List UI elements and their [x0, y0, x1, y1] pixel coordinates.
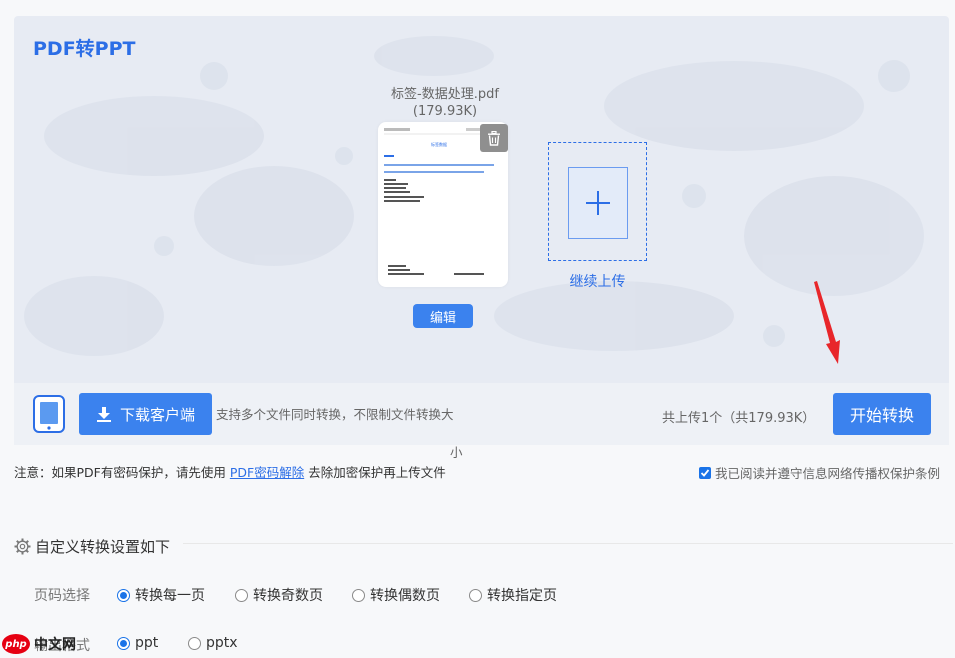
radio-circle[interactable] [235, 588, 248, 602]
pdf-unlock-link[interactable]: PDF密码解除 [230, 465, 304, 480]
radio-label: ppt [135, 635, 159, 651]
settings-title: 自定义转换设置如下 [35, 538, 171, 556]
radio-circle[interactable] [188, 636, 201, 650]
multi-file-tip-tail: 小 [450, 445, 463, 460]
radio-label: 转换每一页 [135, 588, 205, 604]
radio-specific-pages[interactable]: 转换指定页 [469, 585, 557, 605]
settings-section-title: 自定义转换设置如下 [14, 536, 170, 557]
file-size: (179.93K) [412, 104, 478, 119]
download-client-label: 下载客户端 [119, 405, 195, 424]
download-icon [96, 407, 111, 422]
php-logo: php [2, 634, 30, 654]
radio-circle[interactable] [469, 588, 482, 602]
upload-box [568, 167, 628, 239]
radio-label: 转换偶数页 [370, 588, 440, 604]
multi-file-tip: 支持多个文件同时转换，不限制文件转换大 小 [216, 405, 468, 460]
notice-prefix: 注意：如果PDF有密码保护，请先使用 [14, 465, 226, 480]
page-title: PDF转PPT [33, 38, 136, 60]
agreement-checkbox[interactable] [699, 466, 711, 479]
notice-suffix: 去除加密保护再上传文件 [308, 465, 446, 480]
file-name: 标签-数据处理.pdf [391, 87, 499, 102]
radio-circle[interactable] [352, 588, 365, 602]
download-client-button[interactable]: 下载客户端 [79, 393, 212, 435]
password-notice: 注意：如果PDF有密码保护，请先使用 PDF密码解除 去除加密保护再上传文件 [14, 462, 446, 481]
radio-format-pptx[interactable]: pptx [188, 635, 238, 651]
upload-count: 共上传1个（共179.93K） [662, 411, 816, 426]
trash-icon [488, 130, 500, 146]
file-info: 标签-数据处理.pdf (179.93K) [364, 86, 526, 120]
gear-icon [14, 538, 31, 555]
agreement[interactable]: 我已阅读并遵守信息网络传播权保护条例 [699, 463, 940, 482]
preview-heading: 标签数据 [431, 141, 447, 147]
site-watermark: php 中文网 [2, 634, 76, 654]
action-bar: 下载客户端 支持多个文件同时转换，不限制文件转换大 小 共上传1个（共179.9… [14, 383, 949, 460]
checkmark-icon [700, 468, 710, 477]
red-arrow-annotation [814, 281, 840, 364]
agreement-label: 我已阅读并遵守信息网络传播权保护条例 [715, 466, 941, 481]
radio-even-pages[interactable]: 转换偶数页 [352, 585, 440, 605]
radio-format-ppt[interactable]: ppt [117, 635, 158, 651]
upload-panel: PDF转PPT 标签-数据处理.pdf (179.93K) 标签数据 编辑 继续… [14, 16, 949, 383]
start-convert-button[interactable]: 开始转换 [833, 393, 931, 435]
plus-icon [586, 191, 610, 215]
radio-every-page[interactable]: 转换每一页 [117, 585, 205, 605]
radio-label: 转换指定页 [487, 588, 557, 604]
radio-circle[interactable] [117, 636, 130, 650]
tablet-icon [33, 395, 65, 433]
multi-file-tip-text: 支持多个文件同时转换，不限制文件转换大 [216, 407, 454, 422]
radio-odd-pages[interactable]: 转换奇数页 [235, 585, 323, 605]
radio-circle[interactable] [117, 588, 130, 602]
continue-upload-label[interactable]: 继续上传 [548, 271, 647, 291]
section-divider [183, 543, 953, 544]
radio-label: pptx [206, 635, 238, 651]
radio-label: 转换奇数页 [253, 588, 323, 604]
delete-button[interactable] [480, 124, 508, 152]
edit-button[interactable]: 编辑 [413, 304, 473, 328]
continue-upload-button[interactable] [548, 142, 647, 261]
watermark-text: 中文网 [34, 637, 76, 653]
page-select-label: 页码选择 [34, 588, 90, 604]
